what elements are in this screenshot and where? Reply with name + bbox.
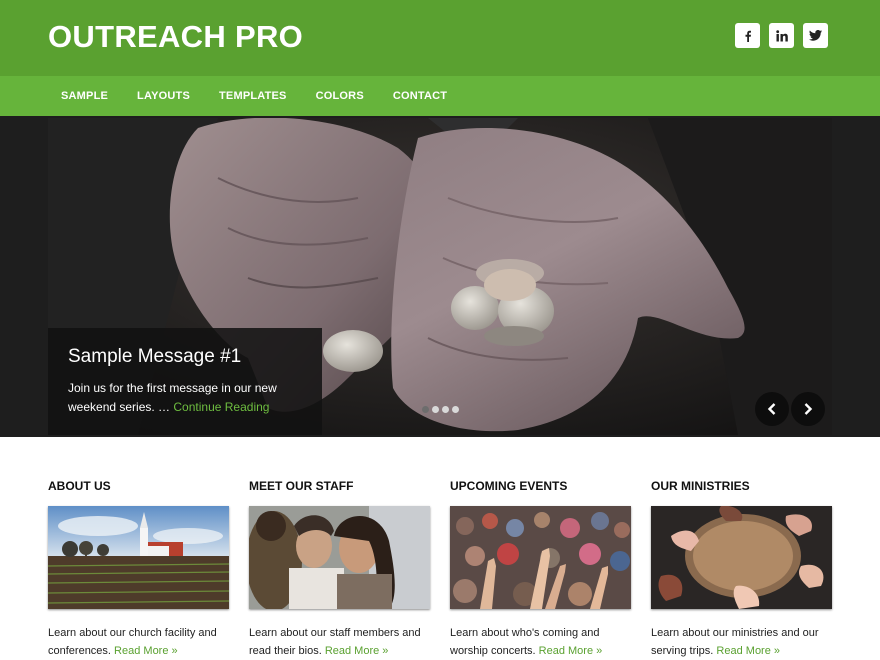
twitter-icon (809, 30, 822, 41)
site-header: OUTREACH PRO (0, 0, 880, 76)
chevron-right-icon (804, 403, 813, 415)
social-links (735, 23, 828, 48)
home-widgets: ABOUT US Learn about our church facility… (48, 479, 832, 660)
site-title[interactable]: OUTREACH PRO (48, 19, 303, 55)
read-more-link[interactable]: Read More » (539, 645, 603, 657)
read-more-link[interactable]: Read More » (325, 645, 389, 657)
nav-item-layouts[interactable]: LAYOUTS (137, 90, 190, 102)
widget-our-ministries: OUR MINISTRIES Learn about our ministrie… (651, 479, 832, 660)
widget-about-us: ABOUT US Learn about our church facility… (48, 479, 229, 660)
read-more-link[interactable]: Read More » (114, 645, 178, 657)
widget-upcoming-events: UPCOMING EVENTS Learn about who's coming… (450, 479, 631, 660)
widget-title: ABOUT US (48, 479, 111, 493)
slide-excerpt: Join us for the first message in our new… (68, 379, 302, 416)
nav-item-templates[interactable]: TEMPLATES (219, 90, 287, 102)
hero-band: Sample Message #1 Join us for the first … (0, 116, 880, 437)
widget-text: Learn about our ministries and our servi… (651, 624, 832, 660)
slider-dot-4[interactable] (452, 406, 459, 413)
nav-item-contact[interactable]: CONTACT (393, 90, 447, 102)
read-more-link[interactable]: Read More » (716, 645, 780, 657)
chevron-left-icon (767, 403, 776, 415)
slider-pagination (422, 406, 459, 413)
twitter-button[interactable] (803, 23, 828, 48)
linkedin-icon (775, 29, 788, 41)
widget-title: MEET OUR STAFF (249, 479, 354, 493)
slider-dot-1[interactable] (422, 406, 429, 413)
facebook-icon (745, 30, 751, 42)
church-image[interactable] (48, 506, 229, 609)
slider-dot-3[interactable] (442, 406, 449, 413)
events-image[interactable] (450, 506, 631, 609)
slider-prev-button[interactable] (755, 392, 789, 426)
slide-title[interactable]: Sample Message #1 (68, 346, 302, 368)
continue-reading-link[interactable]: Continue Reading (173, 400, 269, 414)
widget-meet-our-staff: MEET OUR STAFF Learn about our staff mem… (249, 479, 430, 660)
linkedin-button[interactable] (769, 23, 794, 48)
widget-text: Learn about our church facility and conf… (48, 624, 229, 660)
ministries-image[interactable] (651, 506, 832, 609)
slide-caption: Sample Message #1 Join us for the first … (48, 328, 322, 435)
primary-nav: SAMPLE LAYOUTS TEMPLATES COLORS CONTACT (0, 76, 880, 116)
widget-text: Learn about our staff members and read t… (249, 624, 430, 660)
slider-dot-2[interactable] (432, 406, 439, 413)
facebook-button[interactable] (735, 23, 760, 48)
staff-image[interactable] (249, 506, 430, 609)
nav-item-colors[interactable]: COLORS (316, 90, 364, 102)
widget-text: Learn about who's coming and worship con… (450, 624, 631, 660)
widget-title: OUR MINISTRIES (651, 479, 750, 493)
widget-title: UPCOMING EVENTS (450, 479, 568, 493)
slider[interactable]: Sample Message #1 Join us for the first … (48, 118, 832, 435)
slider-next-button[interactable] (791, 392, 825, 426)
nav-item-sample[interactable]: SAMPLE (61, 90, 108, 102)
